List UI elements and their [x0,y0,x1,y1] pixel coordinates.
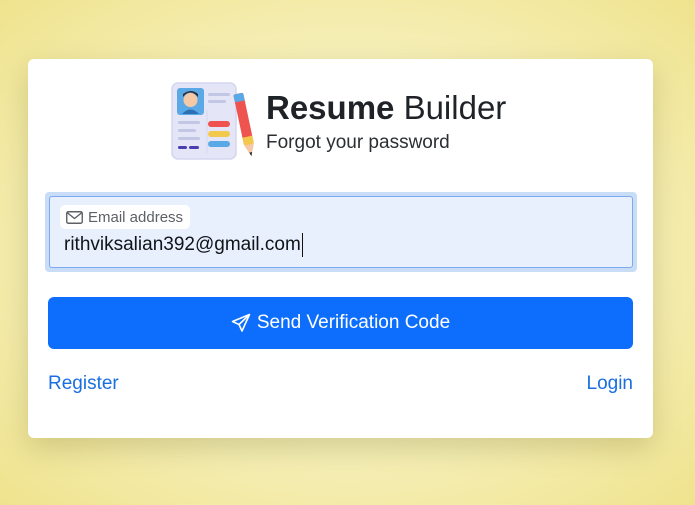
app-title: Resume Builder [266,88,507,126]
forgot-password-card: Resume Builder Forgot your password Emai… [28,59,653,438]
brand-header: Resume Builder Forgot your password [170,81,506,163]
resume-document-icon [171,82,254,160]
login-link[interactable]: Login [587,373,634,395]
email-field-focus-ring: Email address rithviksalian392@gmail.com [45,192,637,272]
send-verification-code-button[interactable]: Send Verification Code [48,297,633,349]
email-input[interactable]: rithviksalian392@gmail.com [64,233,303,257]
app-title-bold: Resume [266,88,395,126]
envelope-icon [66,210,83,224]
email-field-label: Email address [60,205,191,229]
email-input-value: rithviksalian392@gmail.com [64,234,301,255]
page-subtitle: Forgot your password [266,132,450,154]
email-field[interactable]: Email address rithviksalian392@gmail.com [49,196,633,268]
brand-text: Resume Builder Forgot your password [266,88,507,154]
email-label-text: Email address [88,208,184,226]
register-link[interactable]: Register [48,373,119,395]
app-title-light: Builder [403,88,507,126]
text-caret [301,233,303,257]
send-paper-plane-icon [231,313,251,332]
send-button-label: Send Verification Code [256,312,451,333]
